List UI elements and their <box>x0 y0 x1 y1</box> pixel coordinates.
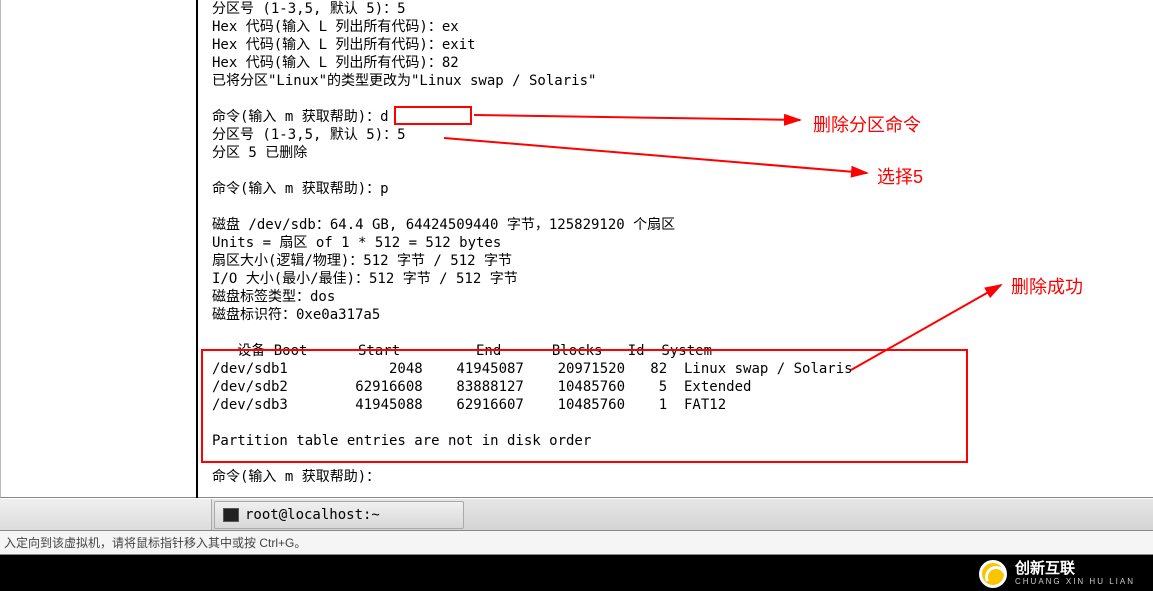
taskbar: root@localhost:~ <box>0 498 1153 531</box>
taskbar-item-label: root@localhost:~ <box>245 507 380 523</box>
brand-logo: 创新互联 CHUANG XIN HU LIAN <box>979 560 1135 588</box>
taskbar-left-region <box>0 499 212 530</box>
vm-hint-text: 入定向到该虚拟机，请将鼠标指针移入其中或按 Ctrl+G。 <box>4 534 306 551</box>
terminal-left-border <box>196 0 198 498</box>
annotation-delete-command: 删除分区命令 <box>813 111 921 137</box>
brand-main: 创新互联 <box>1015 561 1135 576</box>
terminal-icon <box>223 508 239 522</box>
annotation-delete-success: 删除成功 <box>1011 273 1083 299</box>
brand-logo-icon <box>979 560 1007 588</box>
annotation-box-table <box>201 349 968 463</box>
taskbar-item-terminal[interactable]: root@localhost:~ <box>214 501 464 529</box>
brand-sub: CHUANG XIN HU LIAN <box>1015 576 1135 587</box>
annotation-select-5: 选择5 <box>877 163 923 189</box>
terminal-window[interactable]: 分区号 (1-3,5, 默认 5)：5 Hex 代码(输入 L 列出所有代码)：… <box>0 0 1153 498</box>
annotation-box-command <box>394 106 472 125</box>
vm-hint-bar: 入定向到该虚拟机，请将鼠标指针移入其中或按 Ctrl+G。 <box>0 531 1153 555</box>
